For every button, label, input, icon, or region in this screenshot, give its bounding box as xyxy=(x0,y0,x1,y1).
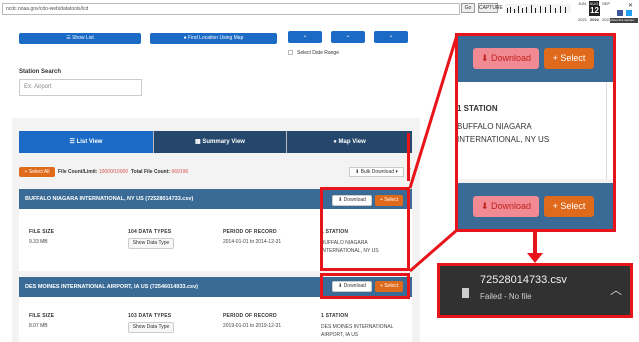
month-prev[interactable]: JUN xyxy=(577,1,587,6)
period-value: 2019-01-01 to 2019-12-31 xyxy=(223,323,282,329)
bulk-download-button[interactable]: ⬇ Bulk Download ▾ xyxy=(349,167,404,177)
show-list-button[interactable]: ☰ Show List xyxy=(19,33,141,44)
day-current: 12 xyxy=(589,6,600,16)
total-file-count: Total File Count: 669196 xyxy=(131,169,189,175)
find-location-button[interactable]: ● Find Location Using Map xyxy=(150,33,277,44)
dropdown-3-button[interactable]: ⌄ xyxy=(374,31,408,43)
capture-button[interactable]: CAPTURE xyxy=(478,3,503,13)
month-next[interactable]: SEP xyxy=(601,1,611,6)
station-count-label: 1 STATION xyxy=(321,313,349,319)
record-body: FILE SIZE 8.07 MB 103 DATA TYPES Show Da… xyxy=(19,297,412,342)
show-data-type-button[interactable]: Show Data Type xyxy=(128,238,174,249)
url-input[interactable]: ncdc.noaa.gov/cdo-web/datatools/lcd xyxy=(2,3,460,15)
period-label: PERIOD OF RECORD xyxy=(223,313,277,319)
capture-histogram[interactable] xyxy=(505,4,571,13)
file-size-value: 8.07 MB xyxy=(29,323,48,329)
chevron-down-icon: ⌄ xyxy=(302,33,308,39)
dropdown-2-button[interactable]: ⌄ xyxy=(331,31,365,43)
twitter-icon[interactable] xyxy=(626,10,632,16)
tab-map-view[interactable]: ● Map View xyxy=(287,131,412,153)
tab-list-view[interactable]: ☰ List View xyxy=(19,131,153,153)
period-label: PERIOD OF RECORD xyxy=(223,229,277,235)
highlight-box xyxy=(455,33,616,232)
dropdown-1-button[interactable]: ⌄ xyxy=(288,31,322,43)
date-range-checkbox[interactable] xyxy=(288,50,293,55)
select-all-button[interactable]: + Select All xyxy=(19,167,55,177)
list-icon: ☰ xyxy=(69,139,77,145)
chevron-up-icon[interactable]: ︿ xyxy=(610,281,622,298)
wayback-date-nav[interactable]: JUN AUG SEP 12 2021 2022 2023 xyxy=(577,1,612,24)
chevron-down-icon: ⌄ xyxy=(345,33,351,39)
view-tabs: ☰ List View ▦ Summary View ● Map View xyxy=(19,131,412,153)
data-types-label: 104 DATA TYPES xyxy=(128,229,172,235)
period-value: 2014-01-01 to 2014-12-31 xyxy=(223,239,282,245)
file-size-label: FILE SIZE xyxy=(29,229,55,235)
file-icon xyxy=(462,288,469,298)
station-name: DES MOINES INTERNATIONAL AIRPORT, IA US xyxy=(321,324,394,337)
file-size-label: FILE SIZE xyxy=(29,313,55,319)
arrow-down-icon xyxy=(527,253,543,263)
station-search-input[interactable]: Ex: Airport xyxy=(19,79,142,96)
arrow-shaft xyxy=(533,231,537,255)
tab-summary-view[interactable]: ▦ Summary View xyxy=(154,131,286,153)
download-item[interactable]: 72528014733.csv Failed - No file ︿ xyxy=(437,263,633,318)
browser-toolbar: ncdc.noaa.gov/cdo-web/datatools/lcd Go C… xyxy=(0,0,639,25)
show-data-type-button[interactable]: Show Data Type xyxy=(128,322,174,333)
chevron-down-icon: ⌄ xyxy=(388,33,394,39)
go-button[interactable]: Go xyxy=(461,3,475,13)
close-icon[interactable]: ✕ xyxy=(628,2,633,9)
download-status: Failed - No file xyxy=(480,292,532,301)
file-size-value: 9.33 MB xyxy=(29,239,48,245)
share-icons[interactable]: ✕ About this capture xyxy=(610,2,638,23)
download-filename: 72528014733.csv xyxy=(480,274,567,286)
year-prev[interactable]: 2021 xyxy=(577,17,588,23)
highlight-box xyxy=(320,187,410,271)
data-types-label: 103 DATA TYPES xyxy=(128,313,172,319)
file-count: File Count/Limit: 10000/10000 xyxy=(58,169,129,175)
highlight-box xyxy=(320,273,410,299)
date-range-label: Select Date Range xyxy=(297,50,339,56)
year-current: 2022 xyxy=(590,17,599,22)
station-search-label: Station Search xyxy=(19,69,62,75)
about-capture-link[interactable]: About this capture xyxy=(610,18,638,23)
facebook-icon[interactable] xyxy=(617,10,623,16)
